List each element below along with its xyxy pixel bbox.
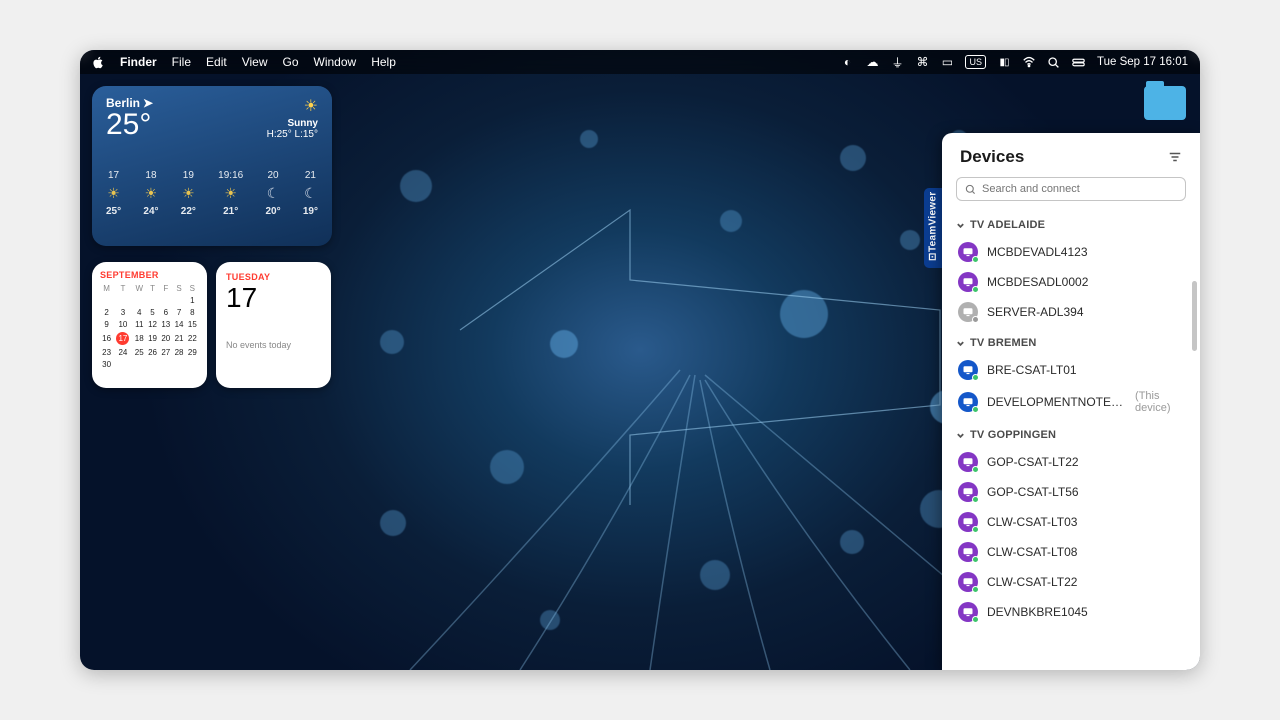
fiber-lines [350, 320, 1030, 670]
device-name: CLW-CSAT-LT03 [987, 515, 1077, 529]
screen-mirroring-icon[interactable]: ▭ [940, 55, 954, 69]
spotlight-icon[interactable] [1047, 55, 1061, 69]
chevron-down-icon [956, 431, 965, 440]
device-row[interactable]: DEVNBKBRE1045 [956, 597, 1192, 627]
app-name[interactable]: Finder [120, 55, 157, 69]
device-icon [958, 272, 978, 292]
agenda-no-events: No events today [226, 340, 321, 350]
weather-condition: ☀ Sunny H:25° L:15° [267, 96, 318, 140]
desktop-folder-icon[interactable] [1144, 86, 1186, 120]
device-name: MCBDESADL0002 [987, 275, 1088, 289]
battery-icon[interactable]: ▮▯ [997, 55, 1011, 69]
control-center-icon[interactable] [1072, 55, 1086, 69]
weather-hourly-row: 17 ☀ 25° 18 ☀ 24° 19 ☀ 22° 19:16 ☀ 21° 2… [106, 170, 318, 217]
weather-hour: 19 ☀ 22° [181, 170, 196, 217]
teamviewer-logo-icon: ⊡ [928, 252, 939, 261]
sun-icon: ☀ [267, 96, 318, 116]
group-header[interactable]: TV ADELAIDE [956, 219, 1192, 231]
weather-hour: 20 ☾ 20° [265, 170, 280, 217]
group-header[interactable]: TV BREMEN [956, 337, 1192, 349]
moon-icon: ☾ [267, 185, 280, 202]
agenda-day: 17 [226, 284, 321, 312]
sun-icon: ☀ [145, 185, 158, 202]
device-row[interactable]: GOP-CSAT-LT22 [956, 447, 1192, 477]
moon-icon: ☾ [304, 185, 317, 202]
panel-title: Devices [960, 147, 1024, 167]
devices-panel: Devices TV ADELAIDE MCBDEVADL4123 MCBDES… [942, 133, 1200, 670]
weather-hour: 19:16 ☀ 21° [218, 170, 243, 217]
calendar-month-label: SEPTEMBER [100, 270, 199, 280]
menu-edit[interactable]: Edit [206, 55, 227, 69]
chevron-down-icon [956, 221, 965, 230]
menu-window[interactable]: Window [314, 55, 357, 69]
weather-widget[interactable]: Berlin➤ 25° ☀ Sunny H:25° L:15° 17 ☀ 25°… [92, 86, 332, 246]
camera-icon[interactable]: ⌘ [915, 55, 929, 69]
device-row[interactable]: MCBDESADL0002 [956, 267, 1192, 297]
device-row[interactable]: BRE-CSAT-LT01 [956, 355, 1192, 385]
device-icon [958, 360, 978, 380]
search-input[interactable] [956, 177, 1186, 201]
calendar-day-widget[interactable]: TUESDAY 17 No events today [216, 262, 331, 388]
menubar-left: Finder File Edit View Go Window Help [92, 55, 396, 69]
menubar-right: ◐ ☁ ⏚ ⌘ ▭ US ▮▯ Tue Sep 17 16:01 [840, 55, 1188, 69]
device-name: BRE-CSAT-LT01 [987, 363, 1077, 377]
teamviewer-side-tab[interactable]: ⊡ TeamViewer [924, 188, 942, 268]
search-field[interactable] [982, 183, 1177, 195]
device-row[interactable]: CLW-CSAT-LT22 [956, 567, 1192, 597]
device-icon [958, 452, 978, 472]
clock[interactable]: Tue Sep 17 16:01 [1097, 56, 1188, 68]
device-name: CLW-CSAT-LT22 [987, 575, 1077, 589]
menu-go[interactable]: Go [283, 55, 299, 69]
input-source-icon[interactable]: US [965, 55, 986, 69]
device-icon [958, 602, 978, 622]
device-icon [958, 542, 978, 562]
weather-hour: 21 ☾ 19° [303, 170, 318, 217]
chevron-down-icon [956, 339, 965, 348]
device-row[interactable]: SERVER-ADL394 [956, 297, 1192, 327]
scrollbar-thumb[interactable] [1192, 281, 1197, 351]
wifi-icon[interactable] [1022, 55, 1036, 69]
apple-menu-icon[interactable] [92, 56, 105, 69]
device-icon [958, 482, 978, 502]
device-suffix: (This device) [1135, 390, 1190, 414]
calendar-month-widget[interactable]: SEPTEMBER MTWTFSS12345678910111213141516… [92, 262, 207, 388]
desktop-screen: Finder File Edit View Go Window Help ◐ ☁… [80, 50, 1200, 670]
device-groups-list: TV ADELAIDE MCBDEVADL4123 MCBDESADL0002 … [942, 209, 1200, 670]
arrow-outline [430, 170, 950, 530]
teamviewer-status-icon[interactable]: ◐ [840, 55, 854, 69]
weather-hour: 17 ☀ 25° [106, 170, 121, 217]
device-icon [958, 512, 978, 532]
device-name: DEVNBKBRE1045 [987, 605, 1088, 619]
sun-icon: ☀ [182, 185, 195, 202]
sunset-icon: ☀ [224, 185, 237, 202]
device-name: GOP-CSAT-LT22 [987, 455, 1079, 469]
network-icon[interactable]: ⏚ [890, 55, 904, 69]
device-name: SERVER-ADL394 [987, 305, 1084, 319]
device-icon [958, 242, 978, 262]
device-name: CLW-CSAT-LT08 [987, 545, 1077, 559]
device-row[interactable]: GOP-CSAT-LT56 [956, 477, 1192, 507]
menubar: Finder File Edit View Go Window Help ◐ ☁… [80, 50, 1200, 74]
device-icon [958, 572, 978, 592]
menu-help[interactable]: Help [371, 55, 396, 69]
device-row[interactable]: MCBDEVADL4123 [956, 237, 1192, 267]
device-icon [958, 302, 978, 322]
device-row[interactable]: CLW-CSAT-LT03 [956, 507, 1192, 537]
device-icon [958, 392, 978, 412]
device-name: DEVELOPMENTNOTE… [987, 395, 1123, 409]
calendar-grid: MTWTFSS123456789101112131415161718192021… [100, 283, 199, 370]
filter-icon[interactable] [1168, 150, 1182, 164]
device-row[interactable]: CLW-CSAT-LT08 [956, 537, 1192, 567]
device-name: GOP-CSAT-LT56 [987, 485, 1079, 499]
agenda-dow: TUESDAY [226, 272, 321, 282]
cloud-sync-icon[interactable]: ☁ [865, 55, 879, 69]
menu-file[interactable]: File [172, 55, 191, 69]
device-name: MCBDEVADL4123 [987, 245, 1088, 259]
sun-icon: ☀ [107, 185, 120, 202]
weather-hour: 18 ☀ 24° [143, 170, 158, 217]
group-header[interactable]: TV GOPPINGEN [956, 429, 1192, 441]
device-row[interactable]: DEVELOPMENTNOTE… (This device) [956, 385, 1192, 419]
menu-view[interactable]: View [242, 55, 268, 69]
